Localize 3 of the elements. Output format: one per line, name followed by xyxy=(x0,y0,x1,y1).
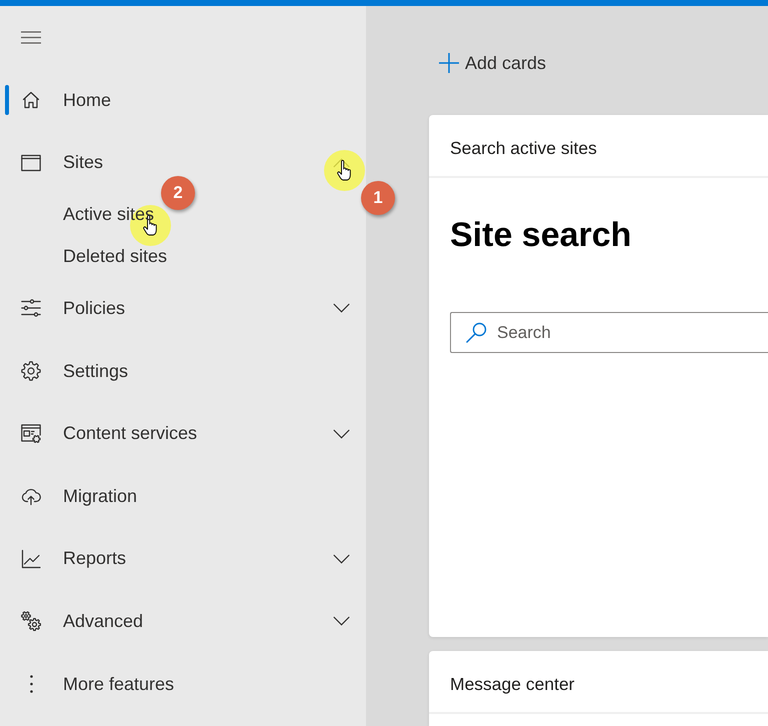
card-title: Message center xyxy=(450,673,576,696)
card-title: Search active sites xyxy=(450,137,598,160)
card-heading: Site search xyxy=(450,215,632,255)
